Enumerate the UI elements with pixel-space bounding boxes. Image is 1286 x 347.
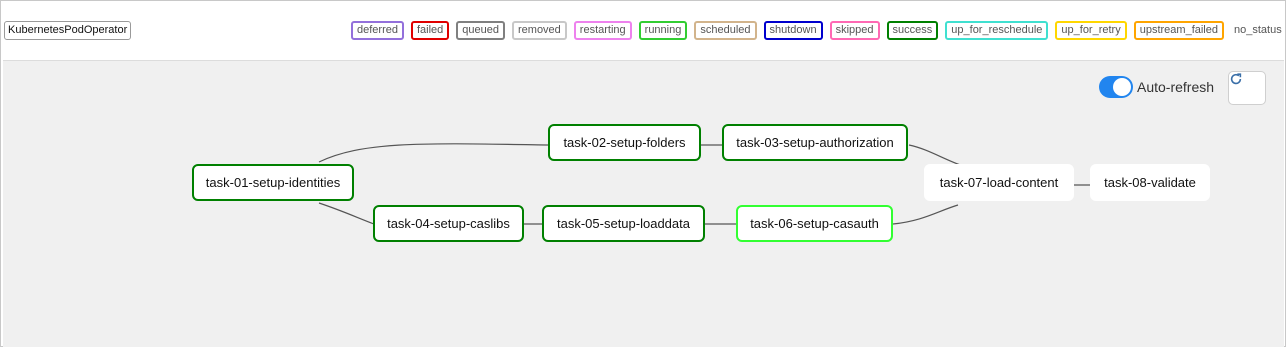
task-label: task-06-setup-casauth [750, 216, 879, 231]
auto-refresh-label: Auto-refresh [1137, 79, 1215, 95]
toggle-knob [1113, 78, 1131, 96]
legend-chip-removed[interactable]: removed [512, 20, 567, 40]
legend-chip-upstream-failed[interactable]: upstream_failed [1133, 20, 1224, 40]
edge-t6-t7 [892, 204, 959, 225]
legend-chip-up-for-retry[interactable]: up_for_retry [1055, 20, 1127, 40]
legend-chip-skipped[interactable]: skipped [829, 20, 880, 40]
legend-chip-restarting[interactable]: restarting [573, 20, 632, 40]
task-node-03[interactable]: task-03-setup-authorization [722, 124, 908, 161]
task-label: task-03-setup-authorization [736, 135, 894, 150]
legend-chip-queued[interactable]: queued [456, 20, 505, 40]
legend-chip-success[interactable]: success [886, 20, 939, 40]
legend-chip-scheduled[interactable]: scheduled [694, 20, 757, 40]
task-label: task-02-setup-folders [563, 135, 686, 150]
task-label: task-01-setup-identities [205, 175, 341, 190]
legend-chip-running[interactable]: running [638, 20, 688, 40]
edge-t1-t4 [318, 202, 375, 225]
task-node-08[interactable]: task-08-validate [1090, 164, 1210, 201]
legend-chip-up-for-reschedule[interactable]: up_for_reschedule [945, 20, 1049, 40]
operator-label[interactable]: KubernetesPodOperator [4, 21, 132, 40]
task-label: task-08-validate [1104, 175, 1196, 190]
task-node-01[interactable]: task-01-setup-identities [192, 164, 354, 201]
graph-canvas[interactable]: task-01-setup-identities task-02-setup-f… [3, 60, 1284, 347]
task-node-05[interactable]: task-05-setup-loaddata [542, 205, 705, 242]
refresh-button[interactable] [1228, 71, 1266, 105]
edge-t3-t7 [908, 144, 964, 167]
legend-chip-shutdown[interactable]: shutdown [763, 20, 823, 40]
legend-chip-failed[interactable]: failed [410, 20, 450, 40]
task-node-07[interactable]: task-07-load-content [924, 164, 1074, 201]
legend-chip-deferred[interactable]: deferred [351, 20, 404, 40]
graph-edges [318, 143, 1091, 225]
task-label: task-05-setup-loaddata [557, 216, 690, 231]
state-legend: deferred failed queued removed restarting run… [351, 20, 1285, 40]
task-label: task-07-load-content [939, 175, 1059, 190]
task-label: task-04-setup-caslibs [387, 216, 510, 231]
task-node-06[interactable]: task-06-setup-casauth [736, 205, 893, 242]
task-node-04[interactable]: task-04-setup-caslibs [373, 205, 524, 242]
task-node-02[interactable]: task-02-setup-folders [548, 124, 701, 161]
auto-refresh-toggle[interactable] [1099, 76, 1133, 98]
edge-t1-t2 [318, 143, 550, 163]
auto-refresh-control: Auto-refresh [1099, 76, 1214, 98]
dag-graph-panel: KubernetesPodOperator deferred failed queu… [0, 0, 1286, 347]
legend-chip-no-status[interactable]: no_status [1231, 24, 1285, 36]
